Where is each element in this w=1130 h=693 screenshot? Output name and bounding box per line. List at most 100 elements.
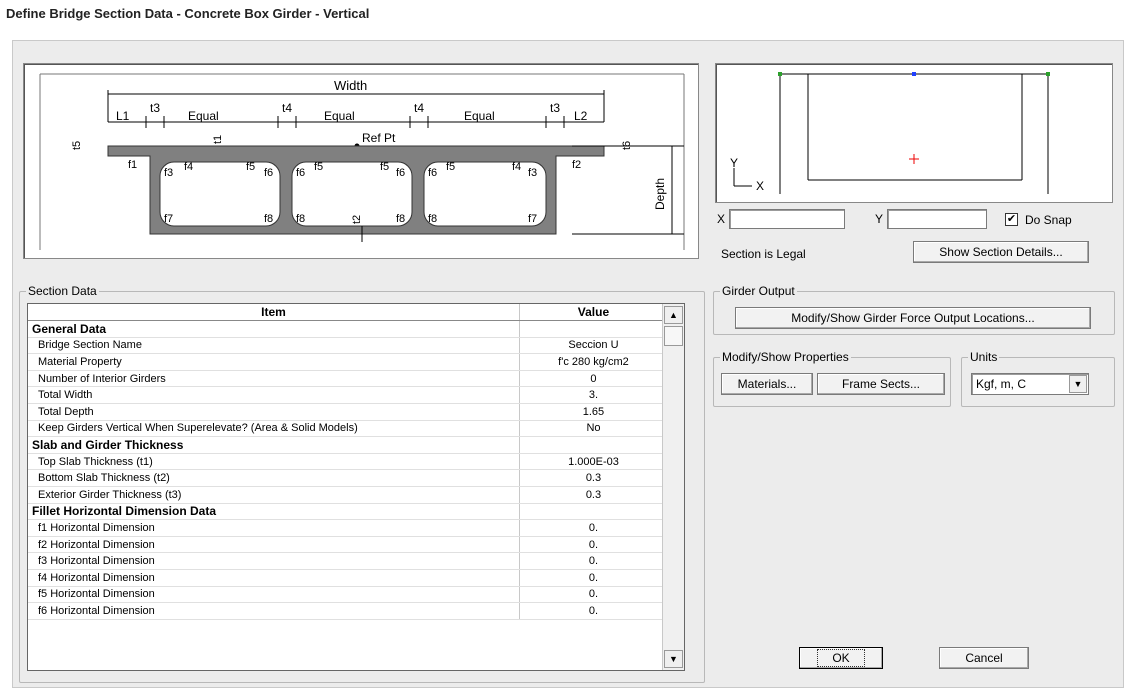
section-status: Section is Legal <box>721 247 806 261</box>
dim-t3-right-label: t3 <box>550 101 560 115</box>
table-section-header: General Data <box>28 320 669 338</box>
row-item: Exterior Girder Thickness (t3) <box>28 486 520 504</box>
dim-t4-right-label: t4 <box>414 101 424 115</box>
section-data-caption: Section Data <box>26 284 99 298</box>
row-value[interactable]: f'c 280 kg/cm2 <box>519 353 669 371</box>
do-snap-label: Do Snap <box>1025 213 1072 227</box>
dim-t3-left-label: t3 <box>150 101 160 115</box>
table-row[interactable]: Number of Interior Girders 0 <box>28 370 669 388</box>
fillet-f5-mid-label: f5 <box>314 161 323 173</box>
frame-sects-button[interactable]: Frame Sects... <box>817 373 945 395</box>
units-selected: Kgf, m, C <box>976 377 1027 391</box>
dim-t2-label: t2 <box>351 215 363 224</box>
fillet-f7-left-label: f7 <box>164 213 173 225</box>
materials-button[interactable]: Materials... <box>721 373 813 395</box>
row-value[interactable]: 0. <box>519 569 669 587</box>
table-row[interactable]: f4 Horizontal Dimension 0. <box>28 569 669 587</box>
cell-void-1 <box>159 161 281 227</box>
table-row[interactable]: Top Slab Thickness (t1) 1.000E-03 <box>28 453 669 471</box>
window-title: Define Bridge Section Data - Concrete Bo… <box>6 6 370 21</box>
table-row[interactable]: Total Width 3. <box>28 386 669 405</box>
row-value[interactable]: 1.65 <box>519 403 669 421</box>
row-value[interactable]: 1.000E-03 <box>519 453 669 471</box>
row-item: Keep Girders Vertical When Superelevate?… <box>28 420 520 438</box>
table-row[interactable]: Exterior Girder Thickness (t3) 0.3 <box>28 486 669 504</box>
row-value <box>519 320 669 338</box>
table-row[interactable]: Bottom Slab Thickness (t2) 0.3 <box>28 469 669 488</box>
row-value[interactable]: No <box>519 420 669 438</box>
row-item: Fillet Horizontal Dimension Data <box>28 503 520 521</box>
girder-force-output-button[interactable]: Modify/Show Girder Force Output Location… <box>735 307 1091 329</box>
chevron-down-icon[interactable]: ▼ <box>1069 375 1087 393</box>
row-item: f4 Horizontal Dimension <box>28 569 520 587</box>
fillet-f4-right-label: f4 <box>512 161 521 173</box>
row-value <box>519 503 669 521</box>
fillet-f6-mid2-label: f6 <box>396 167 405 179</box>
table-section-header: Fillet Horizontal Dimension Data <box>28 503 669 521</box>
col-item-header: Item <box>28 304 520 322</box>
show-section-details-button[interactable]: Show Section Details... <box>913 241 1089 263</box>
cancel-button[interactable]: Cancel <box>939 647 1029 669</box>
fillet-f8-4-label: f8 <box>428 213 437 225</box>
row-item: f2 Horizontal Dimension <box>28 536 520 554</box>
row-value[interactable]: 0. <box>519 586 669 604</box>
row-item: Slab and Girder Thickness <box>28 436 520 454</box>
dim-t5-label: t5 <box>71 141 83 150</box>
dim-equal-3-label: Equal <box>464 109 495 123</box>
fillet-f3-right-label: f3 <box>528 167 537 179</box>
table-row[interactable]: Bridge Section Name Seccion U <box>28 337 669 355</box>
fillet-f8-1-label: f8 <box>264 213 273 225</box>
fillet-f3-left-label: f3 <box>164 167 173 179</box>
fillet-f5-mid2-label: f5 <box>380 161 389 173</box>
row-value[interactable]: 0.3 <box>519 469 669 488</box>
fillet-f5-left-label: f5 <box>246 161 255 173</box>
fillet-f1-label: f1 <box>128 159 137 171</box>
table-row[interactable]: Keep Girders Vertical When Superelevate?… <box>28 420 669 438</box>
properties-caption: Modify/Show Properties <box>720 350 851 364</box>
row-value[interactable]: 0 <box>519 370 669 388</box>
row-value[interactable]: 0. <box>519 519 669 537</box>
fillet-f7-right-label: f7 <box>528 213 537 225</box>
section-data-table: Item Value General Data Bridge Section Na… <box>27 303 685 671</box>
row-item: General Data <box>28 320 520 338</box>
scroll-down-button[interactable]: ▼ <box>664 650 683 668</box>
row-value[interactable]: 0. <box>519 602 669 620</box>
table-row[interactable]: f6 Horizontal Dimension 0. <box>28 602 669 620</box>
y-coord-label: Y <box>875 212 884 226</box>
do-snap-checkbox[interactable]: ✔ <box>1005 213 1018 226</box>
row-item: f5 Horizontal Dimension <box>28 586 520 604</box>
row-value <box>519 436 669 454</box>
table-row[interactable]: Material Property f'c 280 kg/cm2 <box>28 353 669 371</box>
scroll-up-button[interactable]: ▲ <box>664 306 683 324</box>
x-coord-field[interactable] <box>729 209 845 229</box>
preview-axis-y: Y <box>730 156 738 170</box>
table-row[interactable]: f3 Horizontal Dimension 0. <box>28 552 669 570</box>
fillet-f8-3-label: f8 <box>396 213 405 225</box>
row-value[interactable]: 0. <box>519 552 669 570</box>
table-scrollbar[interactable]: ▲ ▼ <box>662 304 684 670</box>
scroll-thumb[interactable] <box>664 326 683 346</box>
section-diagram: Width L1 t3 Equal t4 Equal t4 Equal t3 L… <box>39 73 685 250</box>
row-item: Total Width <box>28 386 520 405</box>
table-row[interactable]: f1 Horizontal Dimension 0. <box>28 519 669 537</box>
units-caption: Units <box>968 350 1000 364</box>
table-row[interactable]: f2 Horizontal Dimension 0. <box>28 536 669 554</box>
row-item: Material Property <box>28 353 520 371</box>
dim-depth-label: Depth <box>653 178 667 210</box>
dim-l2-label: L2 <box>574 109 588 123</box>
row-value[interactable]: 3. <box>519 386 669 405</box>
row-value[interactable]: 0.3 <box>519 486 669 504</box>
row-value[interactable]: Seccion U <box>519 337 669 355</box>
row-item: Top Slab Thickness (t1) <box>28 453 520 471</box>
y-coord-field[interactable] <box>887 209 987 229</box>
fillet-f4-left-label: f4 <box>184 161 193 173</box>
table-row[interactable]: Total Depth 1.65 <box>28 403 669 421</box>
row-value[interactable]: 0. <box>519 536 669 554</box>
ok-button[interactable]: OK <box>799 647 883 669</box>
units-dropdown[interactable]: Kgf, m, C ▼ <box>971 373 1089 395</box>
row-item: Bridge Section Name <box>28 337 520 355</box>
ok-button-label: OK <box>817 649 865 667</box>
table-row[interactable]: f5 Horizontal Dimension 0. <box>28 586 669 604</box>
section-preview[interactable]: Y X <box>715 63 1113 203</box>
fillet-f8-2-label: f8 <box>296 213 305 225</box>
